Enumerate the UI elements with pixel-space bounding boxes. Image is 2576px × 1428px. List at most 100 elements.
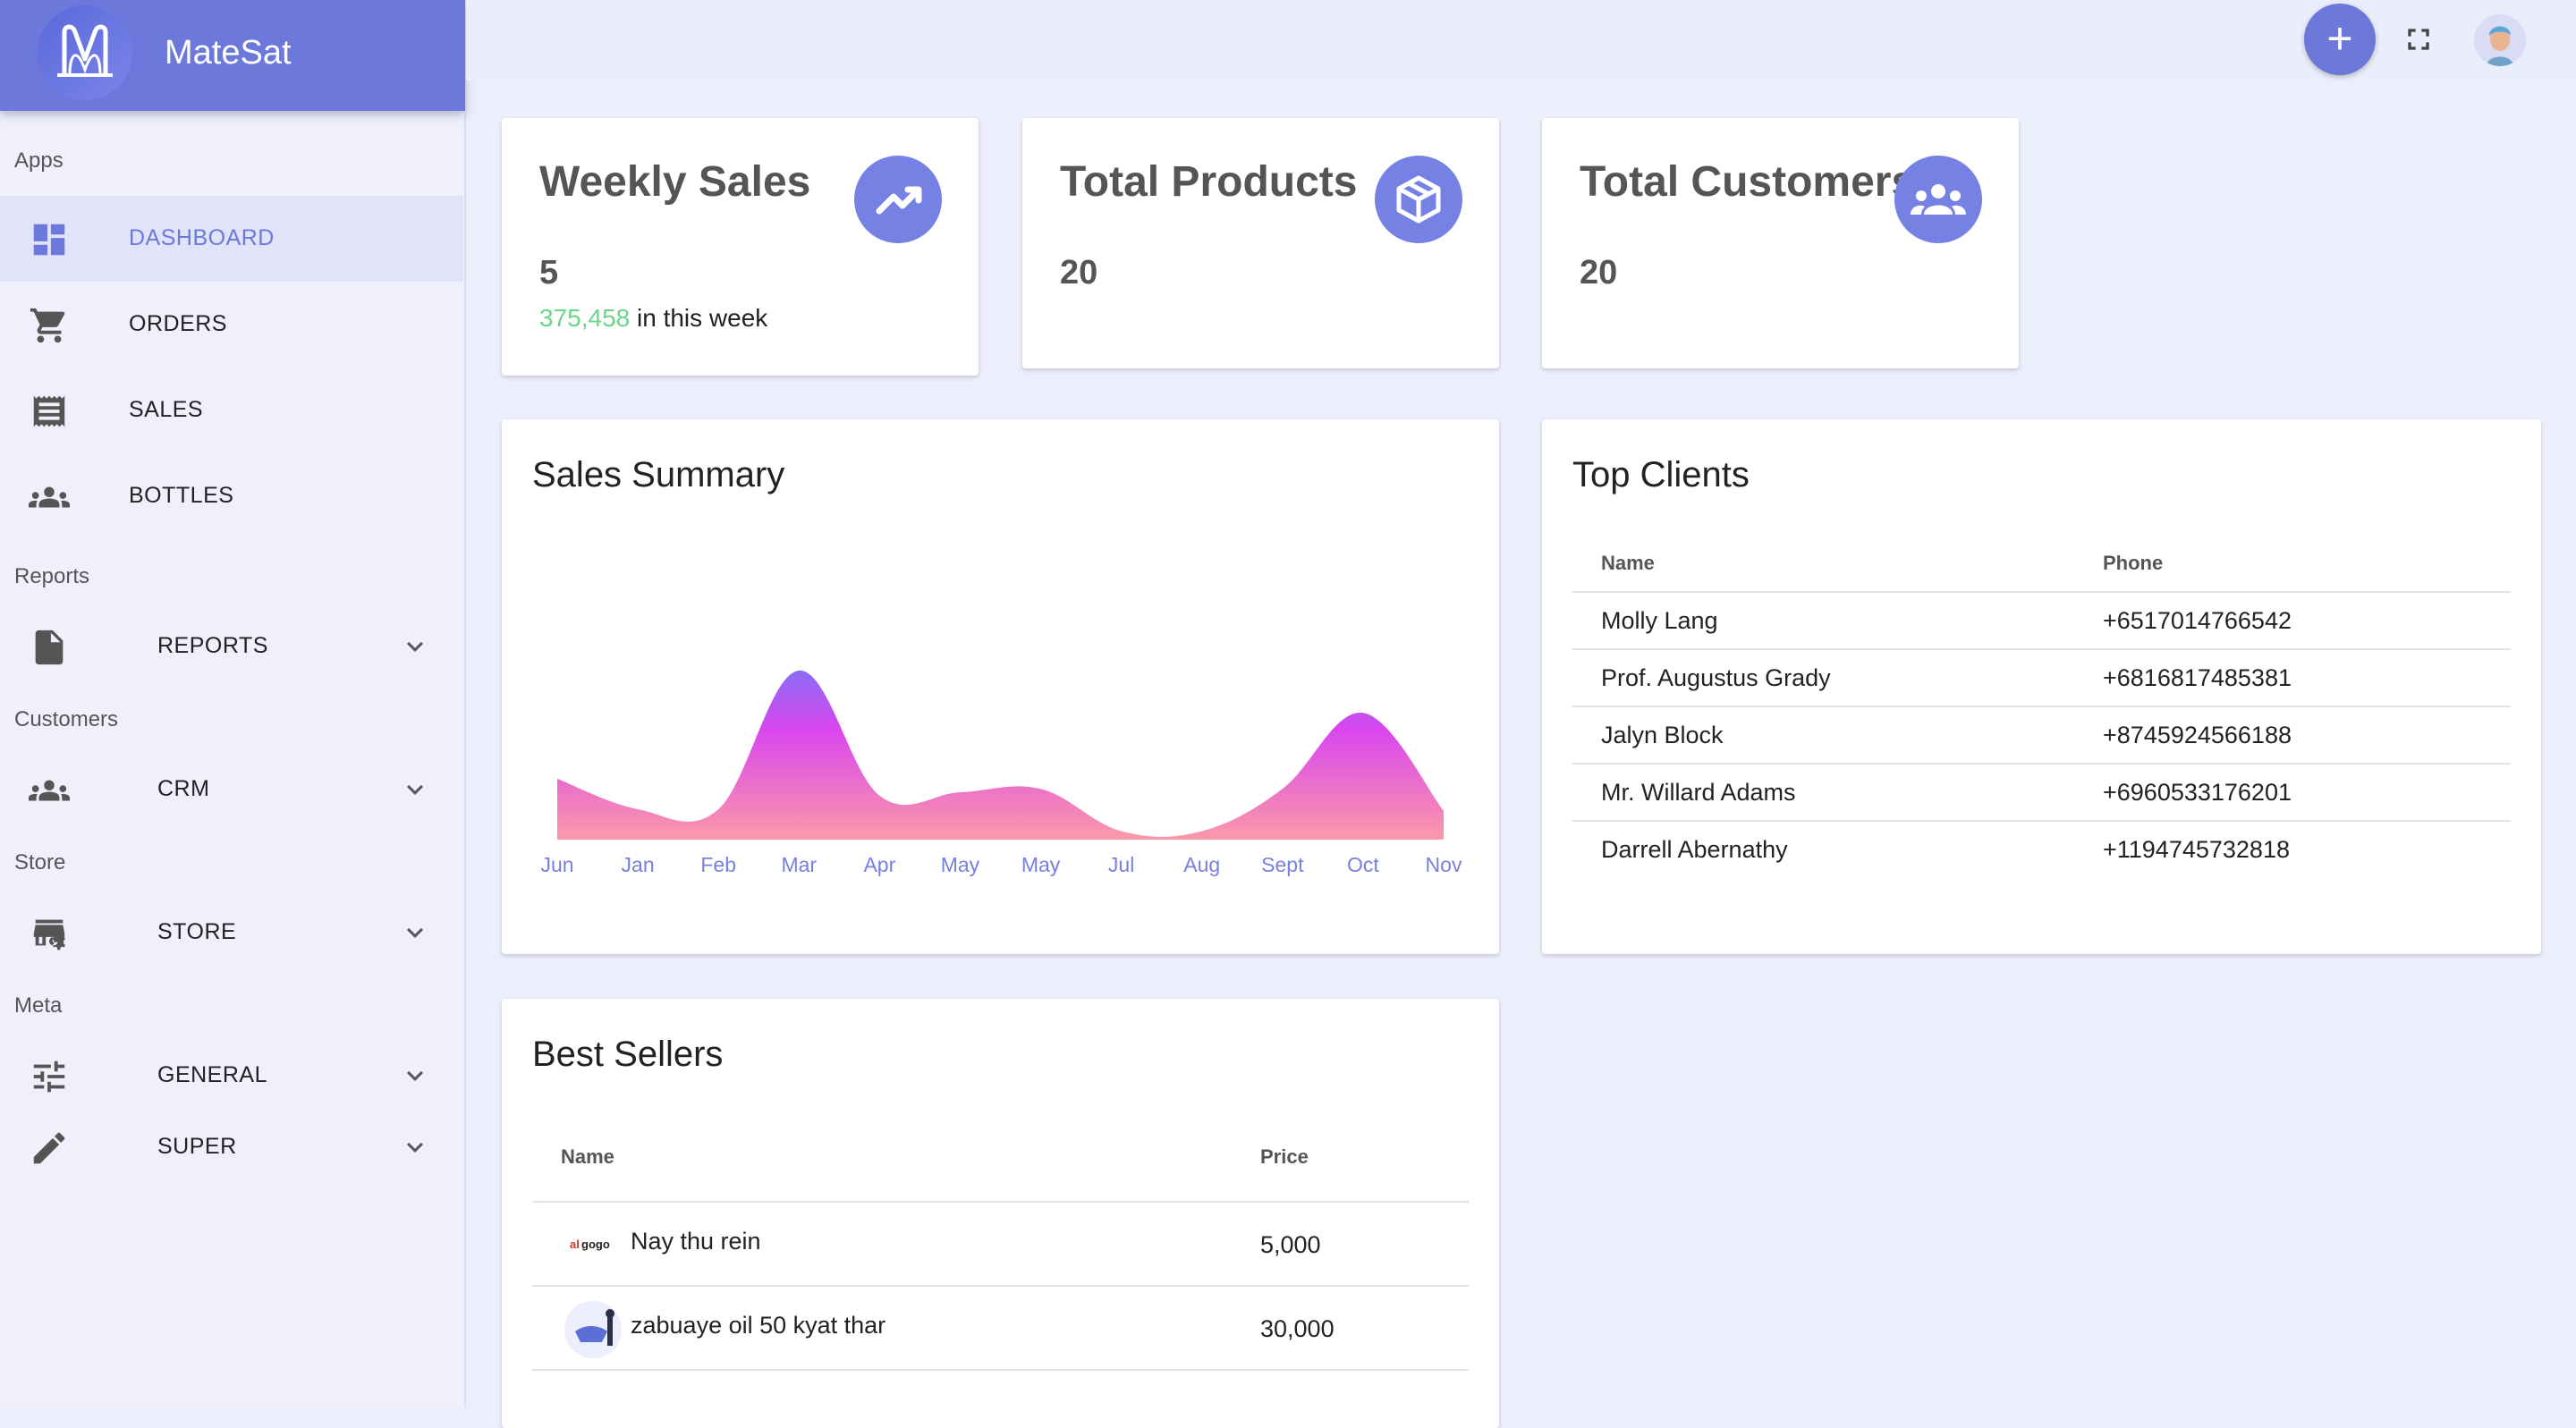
stat-sub-label: in this week — [630, 304, 768, 332]
stat-title: Weekly Sales — [539, 158, 811, 206]
section-customers: Customers — [14, 707, 119, 731]
chevron-down-icon[interactable] — [399, 1131, 431, 1163]
sidebar-item-label: SUPER — [157, 1134, 237, 1159]
product-price: 5,000 — [1260, 1231, 1321, 1258]
sidebar-item-bottles[interactable]: BOTTLES — [0, 453, 463, 539]
chevron-down-icon[interactable] — [399, 1060, 431, 1092]
sidebar-item-label: GENERAL — [157, 1062, 267, 1087]
client-name: Jalyn Block — [1601, 722, 1724, 748]
trending-up-icon — [854, 156, 942, 243]
chevron-down-icon[interactable] — [399, 630, 431, 663]
stat-value: 20 — [1580, 254, 1618, 292]
sidebar-item-label: ORDERS — [129, 311, 227, 336]
total-products-card: Total Products 20 — [1022, 118, 1499, 368]
table-row[interactable]: Prof. Augustus Grady +6816817485381 — [1572, 648, 2511, 707]
dashboard-icon — [29, 219, 70, 260]
add-button[interactable]: + — [2304, 4, 2376, 75]
stat-value: 20 — [1060, 254, 1098, 292]
best-sellers-card: Best Sellers Name Price al gogo Nay thu r… — [502, 999, 1499, 1428]
receipt-icon — [29, 391, 70, 432]
client-phone: +1194745732818 — [2103, 836, 2290, 863]
x-tick-label: Feb — [700, 853, 736, 876]
client-name: Darrell Abernathy — [1601, 836, 1788, 863]
x-tick-label: Apr — [863, 853, 895, 876]
x-tick-label: Sept — [1261, 853, 1304, 876]
client-phone: +6960533176201 — [2103, 779, 2292, 806]
card-title: Top Clients — [1572, 455, 1750, 494]
x-tick-label: Jan — [622, 853, 655, 876]
section-meta: Meta — [14, 993, 63, 1018]
sales-summary-card: Sales Summary Jun Jan Feb Mar Apr May May Jul Au… — [502, 419, 1499, 954]
sliders-icon — [29, 1056, 70, 1097]
card-title: Best Sellers — [532, 1035, 724, 1074]
stat-title: Total Customers — [1580, 158, 1916, 206]
sidebar-item-dashboard[interactable]: DASHBOARD — [0, 196, 463, 282]
client-phone: +8745924566188 — [2103, 722, 2292, 748]
product-thumbnail: al gogo — [566, 1226, 616, 1262]
sidebar-item-label: CRM — [157, 776, 210, 801]
x-tick-label: Mar — [781, 853, 817, 876]
column-header-name[interactable]: Name — [1601, 552, 1655, 575]
table-row[interactable]: Jalyn Block +8745924566188 — [1572, 706, 2511, 765]
x-tick-label: Jun — [540, 853, 573, 876]
stat-title: Total Products — [1060, 158, 1358, 206]
top-bar — [466, 0, 2576, 80]
sidebar-item-crm[interactable]: CRM — [0, 747, 463, 832]
product-thumbnail — [563, 1299, 623, 1360]
sidebar-item-label: BOTTLES — [129, 483, 234, 508]
x-tick-label: Nov — [1426, 853, 1462, 876]
box-icon — [1375, 156, 1462, 243]
chevron-down-icon[interactable] — [399, 917, 431, 949]
product-price: 30,000 — [1260, 1315, 1335, 1342]
sidebar: MateSat Apps DASHBOARD ORDERS SALES BOTT… — [0, 0, 466, 1407]
sales-area-chart: Jun Jan Feb Mar Apr May May Jul Aug Sept Oct Nov — [540, 670, 1462, 876]
stat-sub-value: 375,458 — [539, 304, 631, 332]
sidebar-item-super[interactable]: SUPER — [0, 1104, 463, 1190]
table-row[interactable]: Darrell Abernathy +1194745732818 — [1572, 820, 2511, 879]
x-tick-label: Aug — [1183, 853, 1220, 876]
section-reports: Reports — [14, 564, 90, 588]
sidebar-item-sales[interactable]: SALES — [0, 368, 463, 453]
section-apps: Apps — [14, 148, 64, 173]
brand-header[interactable]: MateSat — [0, 0, 465, 111]
chevron-down-icon[interactable] — [399, 773, 431, 806]
people-icon — [28, 477, 70, 518]
table-row[interactable]: Molly Lang +6517014766542 — [1572, 591, 2511, 650]
product-name: zabuaye oil 50 kyat thar — [631, 1312, 886, 1339]
client-phone: +6517014766542 — [2103, 607, 2292, 634]
sidebar-item-reports[interactable]: REPORTS — [0, 604, 463, 689]
stat-value: 5 — [539, 254, 559, 292]
table-row[interactable] — [532, 1369, 1469, 1424]
sidebar-item-label: DASHBOARD — [129, 225, 275, 250]
client-name: Prof. Augustus Grady — [1601, 664, 1831, 691]
svg-text:gogo: gogo — [581, 1238, 610, 1251]
people-icon — [28, 770, 70, 811]
client-name: Mr. Willard Adams — [1601, 779, 1796, 806]
column-header-price[interactable]: Price — [1260, 1145, 1309, 1169]
table-row[interactable]: zabuaye oil 50 kyat thar 30,000 — [532, 1285, 1469, 1371]
fullscreen-icon[interactable] — [2401, 21, 2436, 57]
sidebar-item-store[interactable]: STORE — [0, 890, 463, 976]
stat-subtext: 375,458 in this week — [539, 304, 767, 333]
cart-icon — [29, 305, 70, 346]
table-row[interactable]: Mr. Willard Adams +6960533176201 — [1572, 763, 2511, 822]
table-row[interactable]: al gogo Nay thu rein 5,000 — [532, 1201, 1469, 1287]
client-name: Molly Lang — [1601, 607, 1718, 634]
client-phone: +6816817485381 — [2103, 664, 2292, 691]
avatar[interactable] — [2474, 14, 2526, 66]
section-store: Store — [14, 850, 66, 875]
sidebar-item-label: REPORTS — [157, 633, 268, 658]
sidebar-item-label: SALES — [129, 397, 204, 422]
x-tick-label: Jul — [1108, 853, 1134, 876]
app-logo — [38, 5, 132, 100]
store-settings-icon — [29, 913, 70, 954]
column-header-name[interactable]: Name — [561, 1145, 614, 1169]
area-series — [557, 670, 1444, 840]
pencil-icon — [29, 1128, 70, 1169]
product-name: Nay thu rein — [631, 1228, 761, 1255]
sidebar-item-label: STORE — [157, 919, 237, 944]
column-header-phone[interactable]: Phone — [2103, 552, 2163, 575]
sidebar-item-orders[interactable]: ORDERS — [0, 282, 463, 368]
x-tick-label: May — [1021, 853, 1061, 876]
weekly-sales-card: Weekly Sales 5 375,458 in this week — [502, 118, 979, 376]
